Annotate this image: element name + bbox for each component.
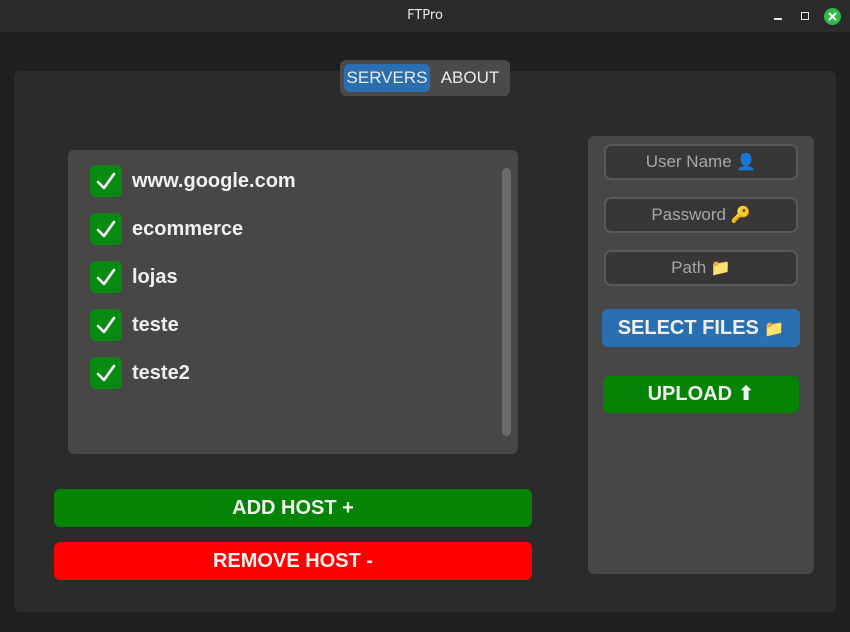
host-list-scrollbar[interactable]: [502, 168, 511, 436]
maximize-icon[interactable]: [798, 9, 812, 23]
host-list: www.google.com ecommerce lojas teste tes…: [68, 150, 518, 454]
password-placeholder: Password: [651, 205, 726, 224]
key-icon: 🔑: [730, 207, 751, 224]
upload-arrow-icon: ⬆: [737, 383, 755, 405]
checkmark-icon: [96, 220, 116, 238]
password-field[interactable]: Password 🔑: [604, 197, 798, 233]
host-checkbox[interactable]: [90, 357, 122, 389]
add-host-button[interactable]: ADD HOST +: [54, 489, 532, 527]
checkmark-icon: [96, 364, 116, 382]
close-icon[interactable]: [824, 8, 841, 25]
host-checkbox[interactable]: [90, 165, 122, 197]
select-files-label: SELECT FILES: [617, 317, 759, 339]
path-placeholder: Path: [671, 258, 707, 277]
folder-icon: 📁: [710, 260, 731, 277]
window-titlebar: FTPro: [0, 0, 850, 32]
upload-button[interactable]: UPLOAD ⬆: [603, 376, 799, 413]
host-label: teste2: [132, 362, 190, 384]
minimize-icon[interactable]: [771, 9, 785, 23]
host-label: www.google.com: [132, 170, 296, 192]
tab-about[interactable]: ABOUT: [434, 64, 506, 92]
username-field[interactable]: User Name 👤: [604, 144, 798, 180]
tab-bar: SERVERS ABOUT: [340, 60, 510, 96]
user-icon: 👤: [736, 154, 757, 171]
host-checkbox[interactable]: [90, 213, 122, 245]
host-label: teste: [132, 314, 179, 336]
remove-host-button[interactable]: REMOVE HOST -: [54, 542, 532, 580]
host-label: ecommerce: [132, 218, 244, 240]
host-checkbox[interactable]: [90, 261, 122, 293]
checkmark-icon: [96, 172, 116, 190]
host-label: lojas: [132, 266, 178, 288]
checkmark-icon: [96, 316, 116, 334]
host-checkbox[interactable]: [90, 309, 122, 341]
upload-panel: User Name 👤 Password 🔑 Path 📁 SELECT FIL…: [588, 136, 814, 574]
path-field[interactable]: Path 📁: [604, 250, 798, 286]
window-title: FTPro: [407, 8, 443, 23]
upload-label: UPLOAD: [647, 383, 733, 405]
checkmark-icon: [96, 268, 116, 286]
folder-icon: 📁: [764, 321, 785, 338]
select-files-button[interactable]: SELECT FILES 📁: [602, 309, 800, 347]
username-placeholder: User Name: [645, 152, 732, 171]
tab-servers[interactable]: SERVERS: [344, 64, 430, 92]
